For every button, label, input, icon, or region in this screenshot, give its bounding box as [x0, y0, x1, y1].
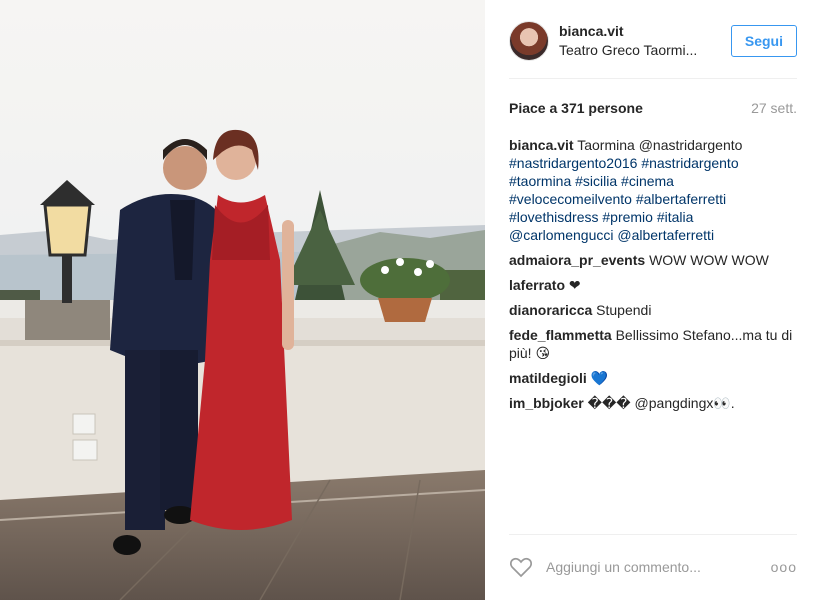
caption-username[interactable]: bianca.vit: [509, 137, 574, 153]
comment-text: WOW WOW WOW: [649, 252, 769, 268]
caption-text-4[interactable]: #velocecomeilvento #albertaferretti: [509, 190, 799, 208]
list-item: laferrato ❤: [509, 276, 799, 294]
list-item: fede_flammetta Bellissimo Stefano...ma t…: [509, 326, 799, 362]
caption-text-2[interactable]: #nastridargento2016 #nastridargento: [509, 154, 799, 172]
user-meta: bianca.vit Teatro Greco Taormi...: [559, 23, 731, 59]
comments-list[interactable]: bianca.vit Taormina @nastridargento #nas…: [509, 136, 799, 528]
follow-button[interactable]: Segui: [730, 25, 797, 57]
photo-illustration: [0, 0, 485, 600]
header-location[interactable]: Teatro Greco Taormi...: [559, 41, 709, 59]
caption-text-5[interactable]: #lovethisdress #premio #italia: [509, 208, 799, 226]
comment-username[interactable]: matildegioli: [509, 370, 587, 386]
comment-username[interactable]: dianoraricca: [509, 302, 592, 318]
caption-text-6[interactable]: @carlomengucci @albertaferretti: [509, 226, 799, 244]
caption-text-3[interactable]: #taormina #sicilia #cinema: [509, 172, 799, 190]
avatar[interactable]: [509, 21, 549, 61]
comment-input[interactable]: [544, 558, 771, 576]
post-time[interactable]: 27 sett.: [751, 100, 797, 116]
header-username[interactable]: bianca.vit: [559, 23, 731, 40]
list-item: im_bbjoker ��� @pangdingx👀.: [509, 394, 799, 412]
post-header: bianca.vit Teatro Greco Taormi... Segui: [509, 16, 797, 66]
post-photo[interactable]: [0, 0, 485, 600]
likes-row: Piace a 371 persone 27 sett.: [509, 99, 797, 117]
add-comment-row: ooo: [509, 534, 797, 600]
comment-text: Stupendi: [596, 302, 652, 318]
comment-username[interactable]: laferrato: [509, 277, 565, 293]
heart-icon[interactable]: [509, 556, 533, 578]
caption-line: Taormina @nastridargento: [577, 137, 742, 153]
caption-text-1[interactable]: Taormina @nastridargento: [577, 137, 742, 153]
comment-username[interactable]: admaiora_pr_events: [509, 252, 645, 268]
caption: bianca.vit Taormina @nastridargento #nas…: [509, 136, 799, 244]
list-item: admaiora_pr_events WOW WOW WOW: [509, 251, 799, 269]
comment-username[interactable]: im_bbjoker: [509, 395, 584, 411]
comment-text: ❤: [568, 277, 581, 293]
post-side-panel: bianca.vit Teatro Greco Taormi... Segui …: [485, 0, 821, 600]
comment-text: 💙: [590, 370, 609, 386]
list-item: dianoraricca Stupendi: [509, 301, 799, 319]
likes-count[interactable]: Piace a 371 persone: [509, 100, 643, 116]
more-options-icon[interactable]: ooo: [771, 559, 797, 575]
header-divider: [509, 78, 797, 79]
list-item: matildegioli 💙: [509, 369, 799, 387]
comment-username[interactable]: fede_flammetta: [509, 327, 612, 343]
comment-text: ��� @pangdingx👀.: [587, 395, 735, 411]
post-view: bianca.vit Teatro Greco Taormi... Segui …: [0, 0, 821, 600]
